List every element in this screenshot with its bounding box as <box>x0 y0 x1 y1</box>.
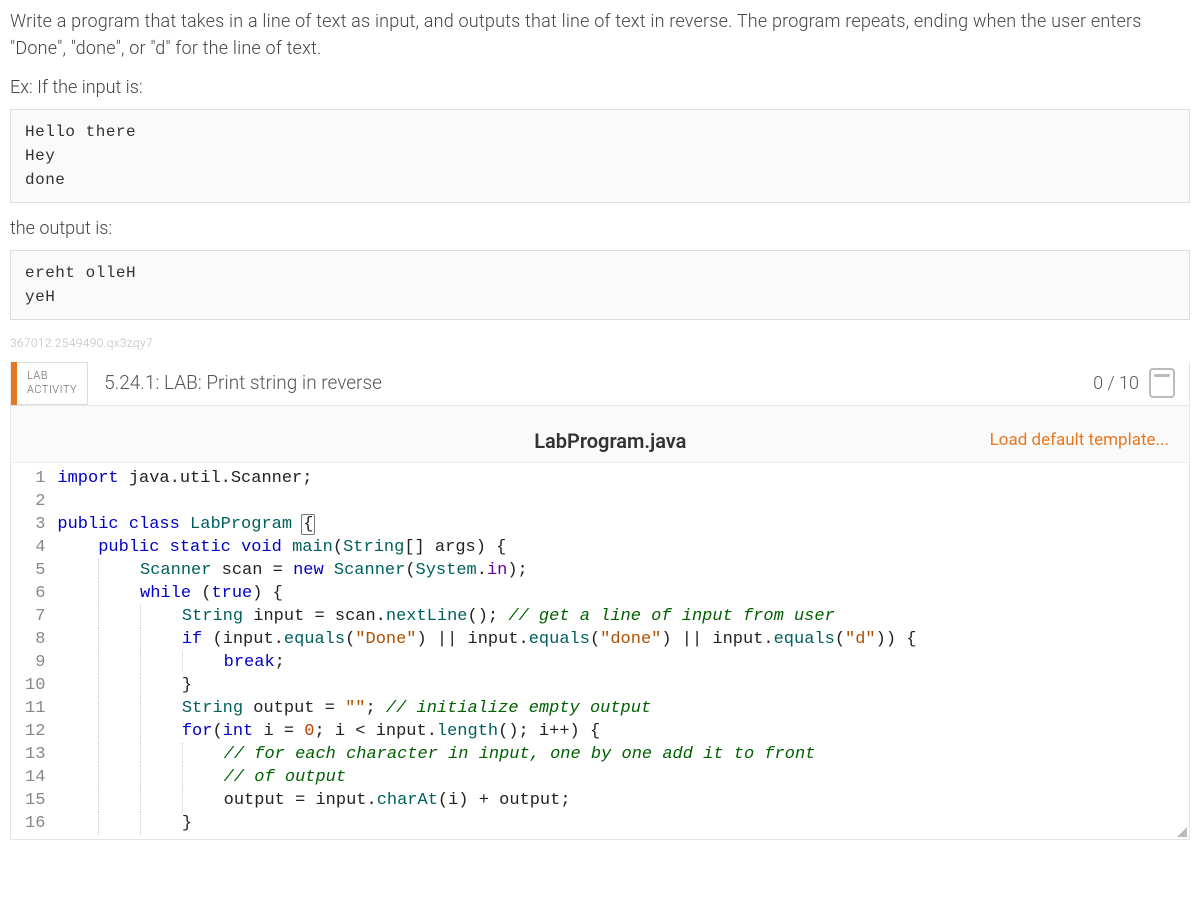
lab-activity-badge: LAB ACTIVITY <box>17 362 88 405</box>
code-line[interactable]: output = input.charAt(i) + output; <box>53 789 1189 812</box>
problem-description: Write a program that takes in a line of … <box>10 8 1190 62</box>
code-line[interactable]: break; <box>53 651 1189 674</box>
line-number: 11 <box>25 697 45 720</box>
line-number: 4 <box>25 536 45 559</box>
clipboard-icon[interactable] <box>1149 368 1175 398</box>
line-number: 16 <box>25 812 45 835</box>
line-number: 12 <box>25 720 45 743</box>
code-editor[interactable]: 12345678910111213141516 import java.util… <box>11 463 1189 839</box>
editor-header: LabProgram.java Load default template... <box>11 406 1189 463</box>
line-number: 9 <box>25 651 45 674</box>
lab-score: 0 / 10 <box>1079 362 1189 405</box>
code-line[interactable] <box>53 490 1189 513</box>
line-number: 14 <box>25 766 45 789</box>
line-number: 15 <box>25 789 45 812</box>
code-line[interactable]: while (true) { <box>53 582 1189 605</box>
code-line[interactable]: } <box>53 812 1189 835</box>
code-area[interactable]: import java.util.Scanner; public class La… <box>53 463 1189 839</box>
code-line[interactable]: for(int i = 0; i < input.length(); i++) … <box>53 720 1189 743</box>
code-line[interactable]: // of output <box>53 766 1189 789</box>
code-line[interactable]: Scanner scan = new Scanner(System.in); <box>53 559 1189 582</box>
line-number: 2 <box>25 490 45 513</box>
line-number: 1 <box>25 467 45 490</box>
lab-activity-line1: LAB <box>27 369 77 383</box>
code-line[interactable]: if (input.equals("Done") || input.equals… <box>53 628 1189 651</box>
line-number: 7 <box>25 605 45 628</box>
lab-header: LAB ACTIVITY 5.24.1: LAB: Print string i… <box>11 362 1189 406</box>
example-prefix: Ex: If the input is: <box>10 74 1190 101</box>
code-line[interactable]: public class LabProgram { <box>53 513 1189 536</box>
editor-filename: LabProgram.java <box>231 426 990 456</box>
line-number: 10 <box>25 674 45 697</box>
line-number: 5 <box>25 559 45 582</box>
line-number: 3 <box>25 513 45 536</box>
question-id: 367012.2549490.qx3zqy7 <box>10 334 1190 352</box>
lab-title: 5.24.1: LAB: Print string in reverse <box>88 362 1079 405</box>
load-default-template-link[interactable]: Load default template... <box>990 428 1169 454</box>
lab-activity-line2: ACTIVITY <box>27 383 77 397</box>
output-label: the output is: <box>10 215 1190 242</box>
code-line[interactable]: // for each character in input, one by o… <box>53 743 1189 766</box>
code-line[interactable]: } <box>53 674 1189 697</box>
line-number: 13 <box>25 743 45 766</box>
output-sample-box: ereht olleH yeH <box>10 250 1190 320</box>
lab-score-text: 0 / 10 <box>1093 370 1139 397</box>
input-sample-box: Hello there Hey done <box>10 109 1190 203</box>
resize-handle-icon[interactable] <box>1177 827 1187 837</box>
line-number: 8 <box>25 628 45 651</box>
code-line[interactable]: public static void main(String[] args) { <box>53 536 1189 559</box>
lab-container: LAB ACTIVITY 5.24.1: LAB: Print string i… <box>10 362 1190 840</box>
code-line[interactable]: String input = scan.nextLine(); // get a… <box>53 605 1189 628</box>
code-line[interactable]: String output = ""; // initialize empty … <box>53 697 1189 720</box>
line-number-gutter: 12345678910111213141516 <box>11 463 53 839</box>
code-line[interactable]: import java.util.Scanner; <box>53 467 1189 490</box>
line-number: 6 <box>25 582 45 605</box>
